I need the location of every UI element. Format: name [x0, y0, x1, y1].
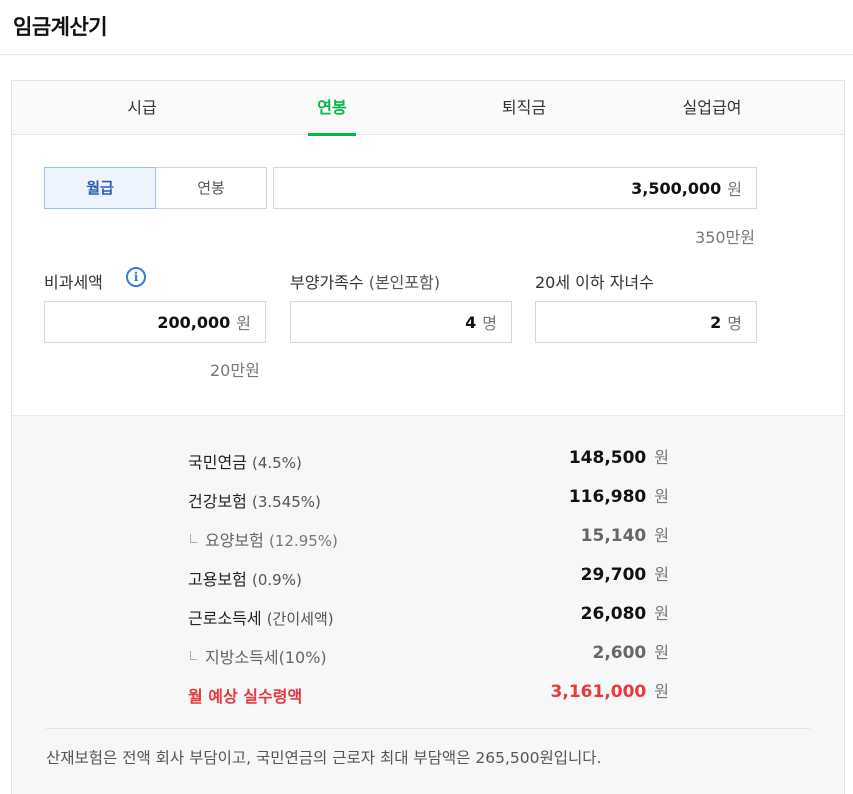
calculator-tabs: 시급 연봉 퇴직금 실업급여: [12, 81, 844, 136]
result-label-income-tax: 근로소득세 (간이세액): [188, 605, 334, 629]
result-amount-longterm-care: 15,140 원: [581, 522, 669, 546]
nontax-value: 200,000: [157, 312, 231, 332]
children-value: 2: [710, 312, 722, 332]
nontax-label: 비과세액: [44, 273, 103, 292]
result-name: 요양보험: [205, 531, 264, 550]
result-label-local-tax: 지방소득세(10%): [188, 644, 327, 668]
tab-hourly[interactable]: 시급: [92, 81, 192, 135]
annual-toggle-button[interactable]: 연봉: [155, 167, 267, 209]
dependents-label-text: 부양가족수: [290, 273, 364, 292]
sub-item-icon: [190, 651, 197, 660]
result-label-net-pay: 월 예상 실수령액: [188, 687, 303, 706]
dependents-label: 부양가족수 (본인포함): [290, 269, 440, 293]
children-unit: 명: [727, 314, 742, 333]
result-name: 지방소득세(10%): [205, 648, 327, 667]
amount-unit: 원: [654, 565, 669, 584]
amount-unit: 원: [654, 643, 669, 662]
tab-annual-salary[interactable]: 연봉: [308, 81, 356, 136]
children-input[interactable]: 2 명: [535, 301, 757, 343]
tab-severance[interactable]: 퇴직금: [474, 81, 574, 135]
amount-unit: 원: [654, 526, 669, 545]
result-amount-employment: 29,700 원: [581, 561, 669, 585]
result-pct: (0.9%): [251, 571, 302, 589]
result-amount-health: 116,980 원: [569, 483, 669, 507]
info-icon[interactable]: i: [126, 267, 146, 287]
amount-unit: 원: [654, 487, 669, 506]
wage-calculator: 시급 연봉 퇴직금 실업급여 월급 연봉 3,500,000 원 350만원 비…: [11, 80, 845, 794]
result-name: 국민연금: [188, 453, 247, 472]
result-pct: (4.5%): [251, 454, 302, 472]
result-pct: (12.95%): [268, 532, 338, 550]
amount-value: 116,980: [568, 487, 647, 507]
tab-unemployment[interactable]: 실업급여: [654, 81, 770, 135]
result-name: 고용보험: [188, 570, 247, 589]
deduction-results: 국민연금 (4.5%) 148,500 원 건강보험 (3.545%) 116,9…: [12, 415, 844, 794]
dependents-label-paren: (본인포함): [368, 273, 441, 292]
result-amount-pension: 148,500 원: [569, 444, 669, 468]
amount-unit: 원: [654, 604, 669, 623]
nontax-unit: 원: [236, 314, 251, 333]
dependents-value: 4: [465, 312, 477, 332]
result-pct: (간이세액): [266, 610, 334, 628]
amount-unit: 원: [654, 682, 669, 701]
results-divider: [46, 728, 810, 729]
nontax-hint: 20만원: [210, 361, 260, 380]
page-title: 임금계산기: [13, 15, 108, 39]
dependents-unit: 명: [482, 314, 497, 333]
nontax-input[interactable]: 200,000 원: [44, 301, 266, 343]
amount-unit: 원: [654, 448, 669, 467]
result-label-employment: 고용보험 (0.9%): [188, 566, 302, 590]
result-name: 건강보험: [188, 492, 247, 511]
amount-value: 15,140: [580, 526, 647, 546]
result-label-longterm-care: 요양보험 (12.95%): [188, 527, 338, 551]
amount-value: 3,161,000: [550, 682, 647, 702]
result-name: 근로소득세: [188, 609, 262, 628]
monthly-toggle-button[interactable]: 월급: [44, 167, 156, 209]
salary-input[interactable]: 3,500,000 원: [273, 167, 757, 209]
result-amount-net-pay: 3,161,000 원: [551, 678, 669, 702]
footnote: 산재보험은 전액 회사 부담이고, 국민연금의 근로자 최대 부담액은 265,…: [46, 749, 602, 767]
children-label: 20세 이하 자녀수: [535, 273, 654, 292]
amount-value: 29,700: [580, 565, 647, 585]
title-divider: [0, 54, 853, 55]
result-amount-local-tax: 2,600 원: [592, 639, 669, 663]
salary-unit: 원: [727, 180, 742, 199]
result-label-pension: 국민연금 (4.5%): [188, 449, 302, 473]
salary-value: 3,500,000: [631, 178, 722, 198]
sub-item-icon: [190, 534, 197, 543]
amount-value: 26,080: [580, 604, 647, 624]
result-amount-income-tax: 26,080 원: [581, 600, 669, 624]
amount-value: 148,500: [568, 448, 647, 468]
amount-value: 2,600: [592, 643, 647, 663]
result-pct: (3.545%): [251, 493, 321, 511]
dependents-input[interactable]: 4 명: [290, 301, 512, 343]
salary-hint: 350만원: [695, 228, 755, 247]
result-label-health: 건강보험 (3.545%): [188, 488, 321, 512]
